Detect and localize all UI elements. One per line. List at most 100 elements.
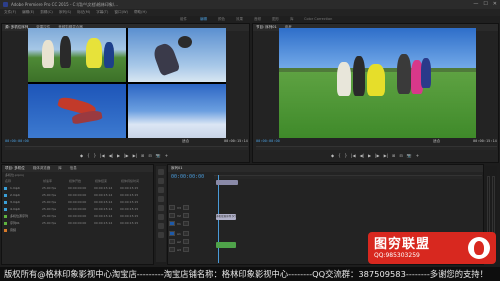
tab-source[interactable]: 源: 多机位序列: [5, 25, 28, 30]
menu-title[interactable]: 字幕(T): [96, 10, 108, 15]
hand-tool-icon[interactable]: [158, 223, 164, 229]
workspace-tab[interactable]: 音频: [254, 17, 261, 22]
add-button[interactable]: +: [165, 153, 168, 158]
menu-file[interactable]: 文件(F): [4, 10, 16, 15]
col-name[interactable]: 名称: [5, 179, 43, 184]
multicam-preview[interactable]: [28, 28, 226, 138]
maximize-button[interactable]: ☐: [483, 1, 487, 7]
camera-icon[interactable]: 📷: [156, 153, 161, 158]
lock-toggle[interactable]: [169, 231, 175, 236]
step-forward-button[interactable]: |▶: [375, 153, 379, 158]
tab-library[interactable]: 库: [58, 166, 62, 171]
selection-tool-icon[interactable]: [158, 169, 164, 175]
tab-info[interactable]: 信息: [70, 166, 77, 171]
play-button[interactable]: ▶: [117, 153, 120, 158]
col-fps[interactable]: 帧速率: [43, 179, 69, 184]
workspace-tab[interactable]: 颜色: [218, 17, 225, 22]
mute-toggle[interactable]: [182, 247, 189, 252]
program-preview[interactable]: [279, 28, 476, 138]
lift-button[interactable]: ⊞: [392, 153, 395, 158]
workspace-tab[interactable]: 效果: [236, 17, 243, 22]
timeline-ruler[interactable]: [214, 175, 482, 179]
mute-toggle[interactable]: [182, 239, 189, 244]
timeline-clip-top[interactable]: [216, 180, 238, 185]
label-color-swatch[interactable]: [4, 228, 7, 232]
go-to-in-button[interactable]: |◀: [351, 153, 355, 158]
project-item-row[interactable]: 多机位源序列 25.00 fps 00:00:00:00 00:00:15:14 00:…: [4, 213, 154, 219]
slip-tool-icon[interactable]: [158, 205, 164, 211]
ripple-edit-tool-icon[interactable]: [158, 187, 164, 193]
program-fit-dropdown[interactable]: 适合: [433, 139, 440, 144]
close-button[interactable]: ✕: [493, 1, 497, 7]
workspace-tab[interactable]: 库: [290, 17, 294, 22]
timeline-timecode[interactable]: 00:00:00:00: [171, 174, 204, 180]
tab-sequence[interactable]: 序列01: [171, 166, 182, 171]
timeline-clip-a1[interactable]: [216, 242, 236, 248]
source-scrub-ruler[interactable]: [5, 146, 248, 150]
label-color-swatch[interactable]: [4, 193, 7, 197]
label-color-swatch[interactable]: [4, 221, 7, 225]
eye-toggle[interactable]: [182, 213, 189, 218]
workspace-tab[interactable]: 组件: [180, 17, 187, 22]
lock-toggle[interactable]: [169, 239, 175, 244]
extract-button[interactable]: ⊟: [399, 153, 402, 158]
project-item-row[interactable]: 3.mp4 25.00 fps 00:00:00:00 00:00:15:14 00:0…: [4, 199, 154, 205]
col-media-start[interactable]: 媒体开始: [69, 179, 95, 184]
razor-tool-icon[interactable]: [158, 196, 164, 202]
camera-3-view[interactable]: [28, 84, 126, 138]
go-to-out-button[interactable]: ▶|: [384, 153, 388, 158]
project-item-row[interactable]: 音频: [4, 227, 154, 233]
camera-4-view[interactable]: [128, 84, 226, 138]
lock-toggle[interactable]: [169, 221, 175, 226]
lock-toggle[interactable]: [169, 205, 175, 210]
mute-toggle[interactable]: [182, 231, 189, 236]
step-forward-button[interactable]: |▶: [124, 153, 128, 158]
marker-button[interactable]: ◆: [80, 153, 83, 158]
workspace-tab[interactable]: 图形: [272, 17, 279, 22]
lock-toggle[interactable]: [169, 213, 175, 218]
go-to-out-button[interactable]: ▶|: [133, 153, 137, 158]
marker-button[interactable]: ◆: [331, 153, 334, 158]
project-item-row[interactable]: 1.mp4 25.00 fps 00:00:00:00 00:00:15:14 00:0…: [4, 185, 154, 191]
label-color-swatch[interactable]: [4, 207, 7, 211]
camera-2-view[interactable]: [128, 28, 226, 82]
workspace-tab[interactable]: Color Correction: [304, 17, 332, 21]
menu-sequence[interactable]: 序列(S): [59, 10, 71, 15]
step-back-button[interactable]: ◀|: [360, 153, 364, 158]
track-select-tool-icon[interactable]: [158, 178, 164, 184]
tab-program[interactable]: 节目: 序列01: [256, 25, 277, 30]
pen-tool-icon[interactable]: [158, 214, 164, 220]
eye-toggle[interactable]: [182, 205, 189, 210]
source-timecode-in[interactable]: 00:00:00:00: [5, 139, 29, 143]
menu-clip[interactable]: 剪辑(C): [40, 10, 53, 15]
source-fit-dropdown[interactable]: 适合: [182, 139, 189, 144]
label-color-swatch[interactable]: [4, 200, 7, 204]
label-color-swatch[interactable]: [4, 214, 7, 218]
menu-edit[interactable]: 编辑(E): [22, 10, 34, 15]
add-button[interactable]: +: [416, 153, 419, 158]
project-item-row[interactable]: 序列01 25.00 fps 00:00:00:00 00:00:15:14 00:00…: [4, 220, 154, 226]
camera-1-view[interactable]: [28, 28, 126, 82]
project-item-row[interactable]: 2.mp4 25.00 fps 00:00:00:00 00:00:15:14 00:0…: [4, 192, 154, 198]
minimize-button[interactable]: —: [473, 1, 478, 7]
program-scrub-ruler[interactable]: [256, 146, 497, 150]
col-media-end[interactable]: 媒体结束: [95, 179, 121, 184]
program-timecode-in[interactable]: 00:00:00:00: [256, 139, 280, 143]
workspace-tab[interactable]: 编辑: [200, 17, 207, 22]
mark-out-button[interactable]: }: [345, 153, 348, 158]
camera-icon[interactable]: 📷: [407, 153, 412, 158]
lock-toggle[interactable]: [169, 247, 175, 252]
menu-window[interactable]: 窗口(W): [114, 10, 128, 15]
mark-in-button[interactable]: {: [87, 153, 90, 158]
timeline-clip-v1[interactable]: 多机位源序列 [V]: [216, 214, 236, 220]
mark-in-button[interactable]: {: [338, 153, 341, 158]
menu-marker[interactable]: 标记(M): [77, 10, 90, 15]
project-item-row[interactable]: 4.mp4 25.00 fps 00:00:00:00 00:00:15:14 00:0…: [4, 206, 154, 212]
play-button[interactable]: ▶: [368, 153, 371, 158]
insert-button[interactable]: ⊞: [141, 153, 144, 158]
menu-help[interactable]: 帮助(H): [134, 10, 147, 15]
eye-toggle[interactable]: [182, 221, 189, 226]
go-to-in-button[interactable]: |◀: [100, 153, 104, 158]
tab-project[interactable]: 项目: 多机位: [5, 166, 25, 171]
mark-out-button[interactable]: }: [94, 153, 97, 158]
